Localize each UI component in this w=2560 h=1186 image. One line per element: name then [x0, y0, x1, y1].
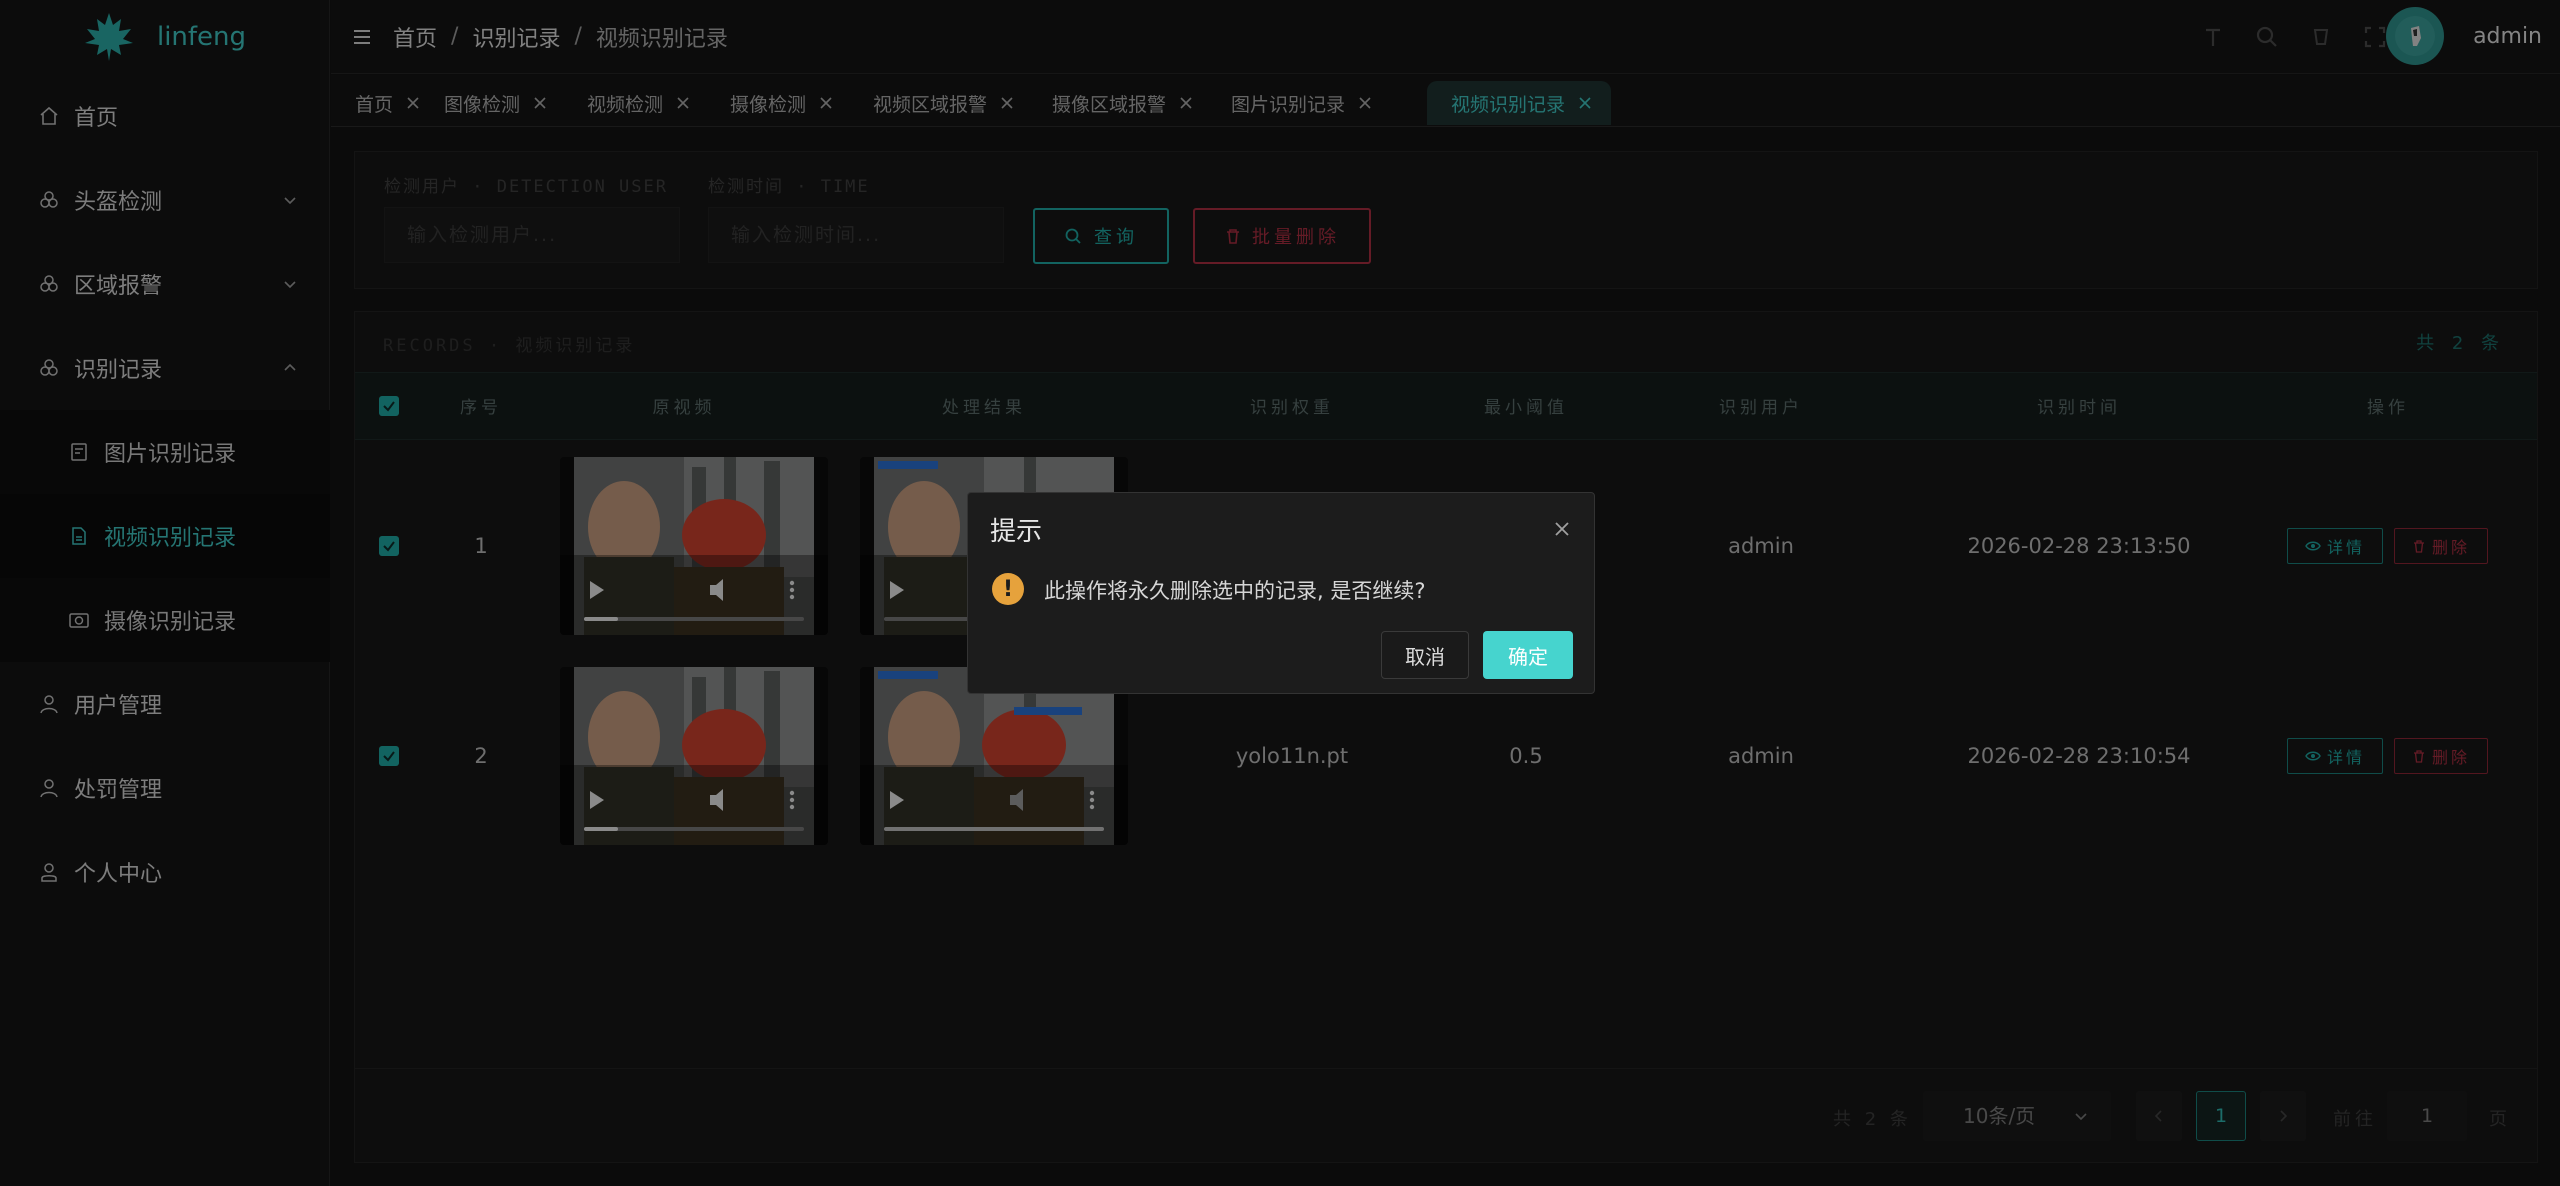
cancel-button[interactable]: 取消 — [1381, 631, 1469, 679]
dialog-title: 提示 — [990, 517, 1043, 547]
close-icon[interactable] — [1552, 519, 1572, 539]
confirm-button[interactable]: 确定 — [1483, 631, 1573, 679]
warning-icon: ! — [992, 573, 1024, 605]
confirm-dialog: 提示 ! 此操作将永久删除选中的记录, 是否继续? 取消 确定 — [967, 492, 1595, 694]
dialog-message: 此操作将永久删除选中的记录, 是否继续? — [1044, 579, 1426, 603]
app-root: linfeng 首页 头盔检测 区域报警 识别记录 图片识别记录 视频识别记录 … — [0, 0, 2560, 1186]
